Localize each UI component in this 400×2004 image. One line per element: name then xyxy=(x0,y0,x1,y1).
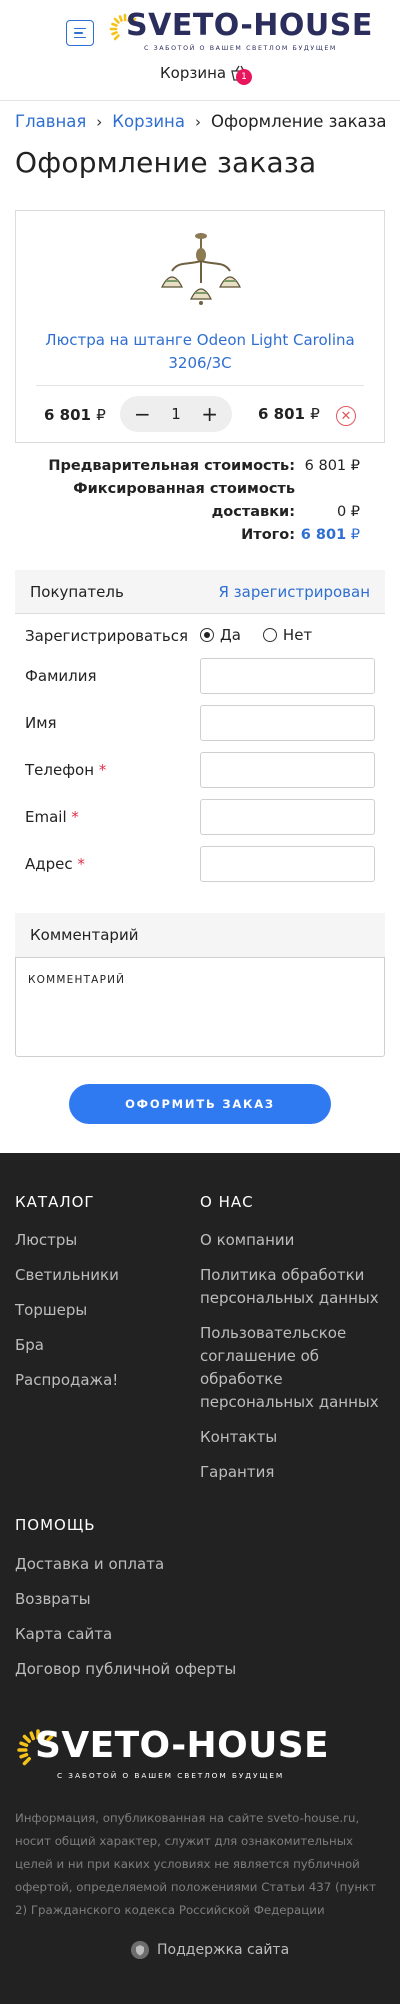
breadcrumb-home[interactable]: Главная xyxy=(15,112,86,131)
subtotal-label: Предварительная стоимость: xyxy=(48,458,295,474)
register-yes-label[interactable]: Да xyxy=(220,626,241,644)
delivery-label: Фиксированная стоимость xyxy=(73,481,295,497)
currency-sign: ₽ xyxy=(96,406,106,424)
required-mark: * xyxy=(77,855,85,873)
footer-link-floor-lamps[interactable]: Торшеры xyxy=(15,1299,87,1322)
footer-link-about[interactable]: О компании xyxy=(200,1229,385,1252)
register-no-radio[interactable] xyxy=(262,628,277,642)
quantity-stepper: − 1 + xyxy=(120,396,232,432)
register-radio-group: Да Нет xyxy=(200,626,312,644)
site-logo[interactable]: SVETO-HOUSE С ЗАБОТОЙ О ВАШЕМ СВЕТЛОМ БУ… xyxy=(108,8,372,58)
item-total-price: 6 801 ₽ xyxy=(258,405,320,423)
footer-help-title: ПОМОЩЬ xyxy=(15,1516,96,1534)
footer-link-warranty[interactable]: Гарантия xyxy=(200,1461,385,1484)
footer-link-lamps[interactable]: Светильники xyxy=(15,1264,119,1287)
product-image[interactable] xyxy=(158,231,244,307)
cart-label: Корзина xyxy=(160,64,227,82)
item-total-value: 6 801 xyxy=(258,405,305,423)
header-divider xyxy=(0,100,400,101)
menu-button[interactable] xyxy=(66,20,94,46)
support-shield-icon xyxy=(131,1941,149,1959)
comment-textarea[interactable]: КОММЕНТАРИЙ xyxy=(15,957,385,1057)
total-amount: 6 801 xyxy=(300,527,347,543)
logo-tagline: С ЗАБОТОЙ О ВАШЕМ СВЕТЛОМ БУДУЩЕМ xyxy=(144,45,337,52)
required-mark: * xyxy=(71,808,79,826)
breadcrumb-current: Оформление заказа xyxy=(210,112,387,131)
cart-count-badge: 1 xyxy=(236,69,252,85)
currency-sign: ₽ xyxy=(310,405,320,423)
site-support-link[interactable]: Поддержка сайта xyxy=(131,1941,289,1959)
footer-link-offer[interactable]: Договор публичной оферты xyxy=(15,1658,236,1681)
close-circle-icon: ✕ xyxy=(340,408,352,424)
buyer-panel-header: Покупатель Я зарегистрирован xyxy=(15,570,385,614)
phone-label-text: Телефон xyxy=(25,761,95,779)
logo-text: SVETO-HOUSE xyxy=(126,8,373,43)
register-yes-radio[interactable] xyxy=(200,628,214,642)
delivery-value: 0 ₽ xyxy=(336,504,360,520)
footer-link-delivery[interactable]: Доставка и оплата xyxy=(15,1553,164,1576)
required-mark: * xyxy=(98,761,107,779)
cart-item-card: Люстра на штанге Odeon Light Carolina 32… xyxy=(15,210,385,443)
site-footer: КАТАЛОГ Люстры Светильники Торшеры Бра Р… xyxy=(0,1153,400,2004)
email-label-text: Email xyxy=(25,808,67,826)
footer-link-user-agreement[interactable]: Пользовательское соглашение об обработке… xyxy=(200,1322,385,1414)
breadcrumb: Главная › Корзина › Оформление заказа xyxy=(15,112,387,131)
buyer-title: Покупатель xyxy=(30,583,124,601)
footer-logo-tagline: С ЗАБОТОЙ О ВАШЕМ СВЕТЛОМ БУДУЩЕМ xyxy=(57,1771,285,1780)
hamburger-icon xyxy=(74,27,86,30)
unit-price-value: 6 801 xyxy=(44,406,91,424)
footer-link-contacts[interactable]: Контакты xyxy=(200,1426,385,1449)
address-field[interactable] xyxy=(200,846,375,882)
total-label: Итого: xyxy=(241,527,295,543)
currency-sign: ₽ xyxy=(350,527,360,543)
address-label-text: Адрес xyxy=(25,855,73,873)
support-label: Поддержка сайта xyxy=(157,1942,290,1958)
subtotal-value: 6 801 ₽ xyxy=(304,458,360,474)
remove-item-button[interactable]: ✕ xyxy=(336,406,356,426)
footer-catalog-title: КАТАЛОГ xyxy=(15,1193,95,1211)
footer-link-chandeliers[interactable]: Люстры xyxy=(15,1229,77,1252)
footer-disclaimer: Информация, опубликованная на сайте svet… xyxy=(15,1811,377,1917)
first-name-label: Имя xyxy=(25,714,57,732)
delivery-label-2: доставки: xyxy=(211,504,295,520)
phone-label: Телефон * xyxy=(25,761,106,779)
comment-panel-header: Комментарий xyxy=(15,913,385,957)
footer-logo[interactable]: SVETO-HOUSE С ЗАБОТОЙ О ВАШЕМ СВЕТЛОМ БУ… xyxy=(15,1725,329,1791)
unit-price: 6 801 ₽ xyxy=(44,406,106,424)
product-name-link[interactable]: Люстра на штанге Odeon Light Carolina 32… xyxy=(36,329,364,375)
email-field[interactable] xyxy=(200,799,375,835)
breadcrumb-separator: › xyxy=(96,113,103,131)
footer-logo-text: SVETO-HOUSE xyxy=(35,1725,330,1766)
comment-placeholder: КОММЕНТАРИЙ xyxy=(28,974,126,986)
checkout-page: SVETO-HOUSE С ЗАБОТОЙ О ВАШЕМ СВЕТЛОМ БУ… xyxy=(0,0,400,2004)
breadcrumb-separator: › xyxy=(194,113,201,131)
email-label: Email * xyxy=(25,808,79,826)
register-no-label[interactable]: Нет xyxy=(283,626,312,644)
footer-link-sconces[interactable]: Бра xyxy=(15,1334,44,1357)
footer-link-sale[interactable]: Распродажа! xyxy=(15,1369,118,1392)
address-label: Адрес * xyxy=(25,855,85,873)
breadcrumb-cart[interactable]: Корзина xyxy=(112,112,185,131)
page-title: Оформление заказа xyxy=(15,146,317,179)
first-name-field[interactable] xyxy=(200,705,375,741)
increase-button[interactable]: + xyxy=(201,404,218,424)
footer-about-title: О НАС xyxy=(200,1193,254,1211)
site-header: SVETO-HOUSE С ЗАБОТОЙ О ВАШЕМ СВЕТЛОМ БУ… xyxy=(0,0,400,100)
comment-title: Комментарий xyxy=(30,926,139,944)
total-value: 6 801 ₽ xyxy=(301,527,360,543)
registered-link[interactable]: Я зарегистрирован xyxy=(218,583,370,601)
decrease-button[interactable]: − xyxy=(134,404,151,424)
footer-link-returns[interactable]: Возвраты xyxy=(15,1588,91,1611)
submit-order-button[interactable]: ОФОРМИТЬ ЗАКАЗ xyxy=(69,1084,331,1124)
quantity-value[interactable]: 1 xyxy=(171,405,181,423)
last-name-label: Фамилия xyxy=(25,667,97,685)
phone-field[interactable] xyxy=(200,752,375,788)
footer-link-privacy[interactable]: Политика обработки персональных данных xyxy=(200,1264,385,1310)
last-name-field[interactable] xyxy=(200,658,375,694)
footer-link-sitemap[interactable]: Карта сайта xyxy=(15,1623,112,1646)
card-divider xyxy=(36,385,364,386)
register-label: Зарегистрироваться xyxy=(25,627,189,645)
